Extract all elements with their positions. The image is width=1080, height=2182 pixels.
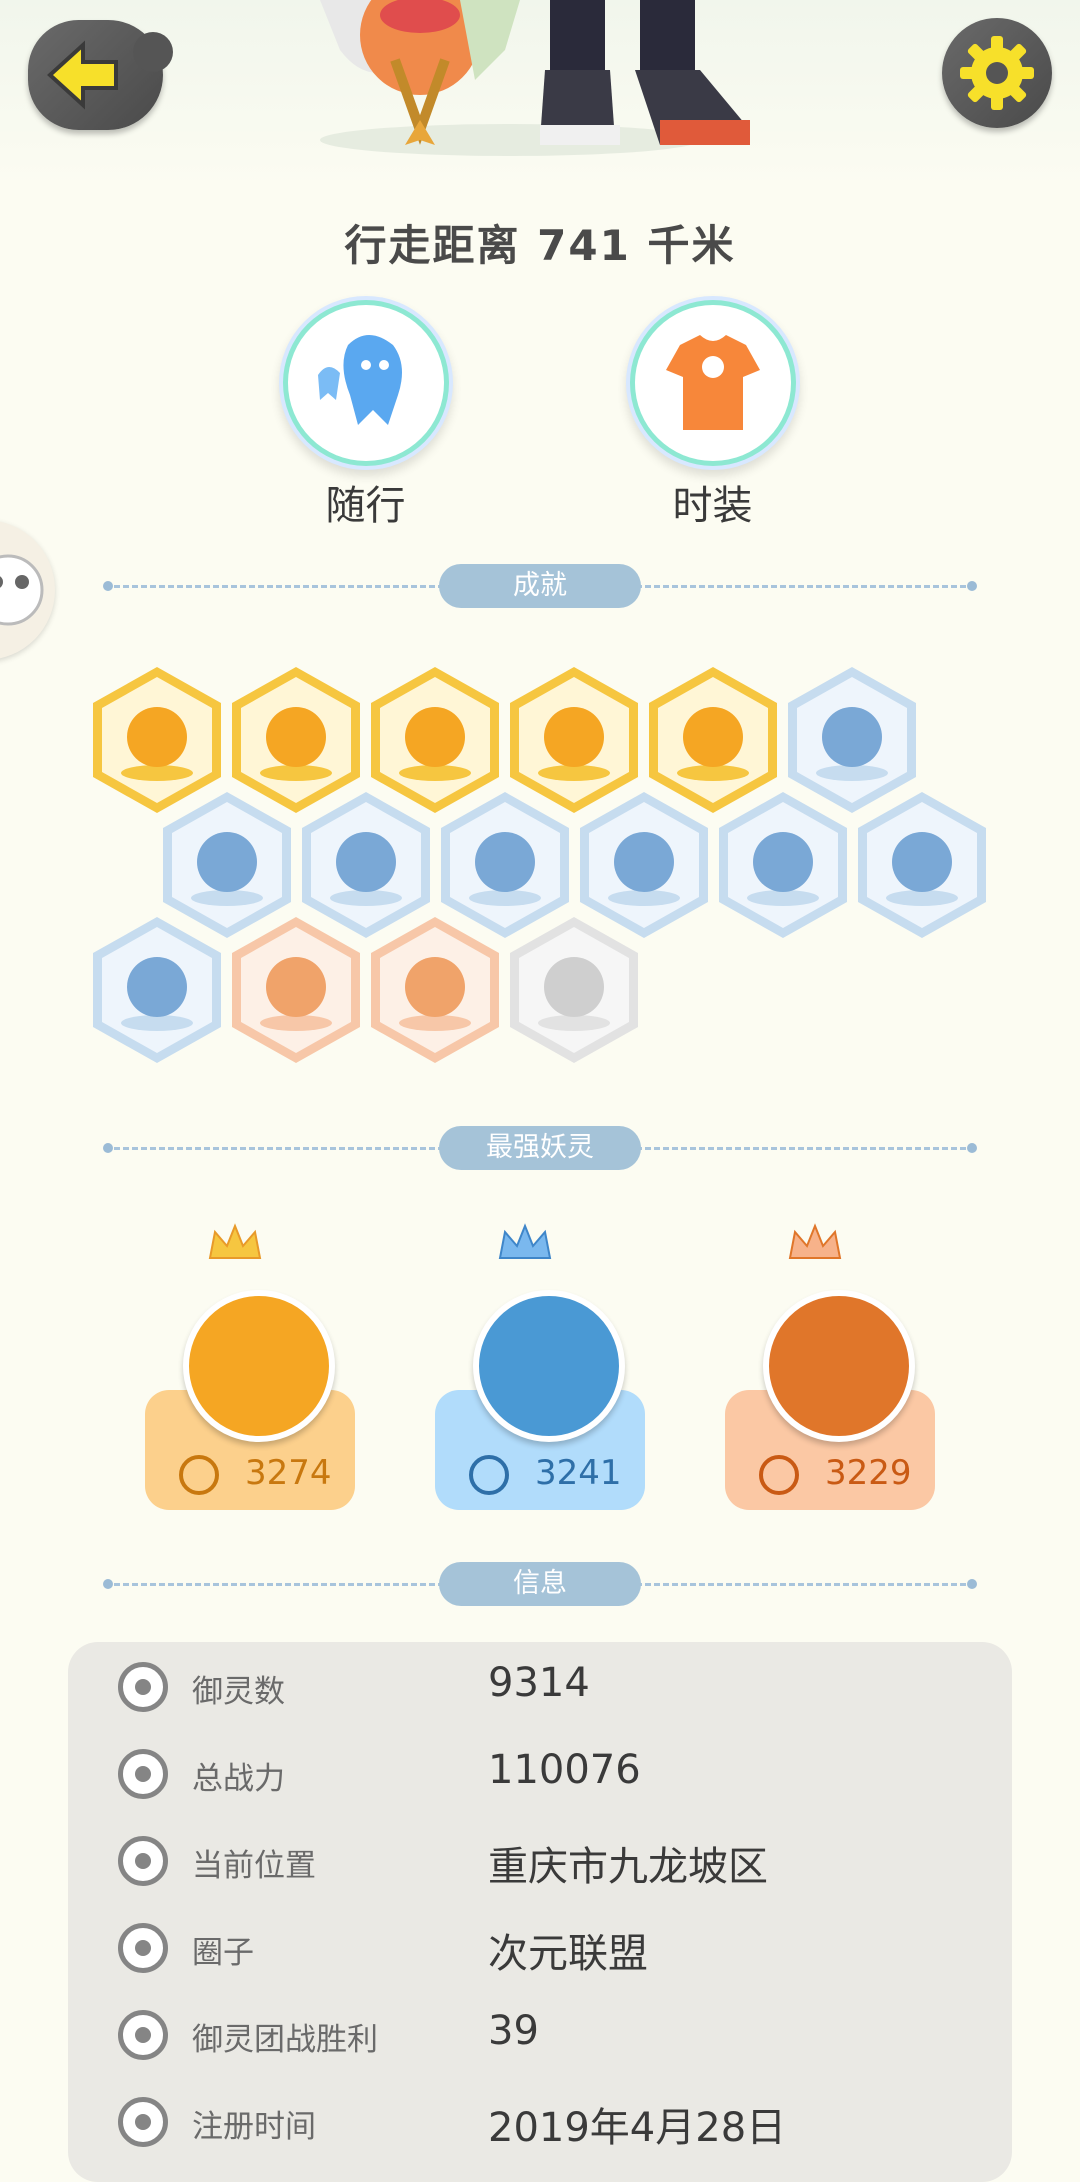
strongest-header: 最强妖灵 [103, 1126, 977, 1170]
spirit-power: 3229 [825, 1453, 912, 1493]
spirit-power: 3241 [535, 1453, 622, 1493]
info-label: 注册时间 [192, 2109, 316, 2145]
spirit-avatar [763, 1290, 915, 1442]
side-pull-tab[interactable] [0, 520, 55, 660]
achievement-badge[interactable] [90, 915, 224, 1065]
info-value: 2019年4月28日 [488, 2105, 787, 2151]
spirit-card-2[interactable]: 3241 [435, 1220, 645, 1510]
spirit-card-1[interactable]: 3274 [145, 1220, 355, 1510]
info-row-location: 当前位置 重庆市九龙坡区 [68, 1816, 1012, 1903]
spirit-count-icon [118, 1662, 168, 1712]
back-button[interactable] [28, 20, 173, 130]
achievement-badge[interactable] [716, 790, 850, 940]
trophy-figure-icon [118, 2010, 168, 2060]
settings-button[interactable] [942, 18, 1052, 128]
info-label: 总战力 [192, 1761, 285, 1797]
achievement-badge[interactable] [855, 790, 989, 940]
clock-icon [118, 2097, 168, 2147]
walk-distance: 行走距离 741 千米 [344, 221, 736, 270]
power-icon [469, 1455, 509, 1495]
demon-badge-icon [232, 917, 360, 1063]
info-panel: 御灵数 9314 总战力 110076 当前位置 重庆市九龙坡区 圈子 次元联盟… [68, 1642, 1012, 2182]
tshirt-icon [634, 305, 791, 461]
info-title: 信息 [439, 1562, 641, 1606]
twin-spirits-badge-icon [371, 917, 499, 1063]
info-row-circle[interactable]: 圈子 次元联盟 [68, 1903, 1012, 1990]
info-label: 御灵数 [192, 1674, 285, 1710]
info-value: 重庆市九龙坡区 [488, 1844, 768, 1890]
info-value: 9314 [488, 1660, 590, 1706]
profile-screen: { "header": { "back_icon": "arrow-left-i… [0, 0, 1080, 2182]
power-icon [118, 1749, 168, 1799]
crown-icon [208, 1223, 262, 1259]
power-icon [179, 1455, 219, 1495]
info-row-register-date: 注册时间 2019年4月28日 [68, 2077, 1012, 2164]
fashion-button[interactable]: 时装 [630, 305, 795, 531]
character-preview[interactable] [0, 0, 1080, 190]
ghost-companion-icon [287, 305, 444, 461]
achievement-badge[interactable] [229, 915, 363, 1065]
achievement-badge[interactable] [368, 915, 502, 1065]
info-row-team-wins: 御灵团战胜利 39 [68, 1990, 1012, 2077]
follow-label: 随行 [325, 483, 406, 529]
achievements-header: 成就 [103, 564, 977, 608]
achievements-title: 成就 [439, 564, 641, 608]
info-label: 圈子 [192, 1935, 254, 1971]
spirit-avatar [473, 1290, 625, 1442]
arrow-left-icon [47, 40, 118, 110]
info-header: 信息 [103, 1562, 977, 1606]
info-label: 御灵团战胜利 [192, 2022, 378, 2058]
power-icon [759, 1455, 799, 1495]
location-pin-icon [118, 1836, 168, 1886]
circle-target-icon [118, 1923, 168, 1973]
koi-badge-icon [719, 792, 847, 938]
info-row-spirit-count: 御灵数 9314 [68, 1642, 1012, 1729]
spirit-avatar [183, 1290, 335, 1442]
shield-badge-icon [858, 792, 986, 938]
gear-icon [960, 36, 1034, 110]
panda-icon [0, 554, 44, 626]
info-label: 当前位置 [192, 1848, 316, 1884]
info-row-total-power: 总战力 110076 [68, 1729, 1012, 1816]
info-value: 次元联盟 [488, 1931, 648, 1977]
fashion-label: 时装 [672, 483, 753, 529]
spirit-power: 3274 [245, 1453, 332, 1493]
achievement-badge[interactable] [507, 915, 641, 1065]
crown-icon [498, 1223, 552, 1259]
crown-icon [788, 1223, 842, 1259]
follow-companion-button[interactable]: 随行 [283, 305, 448, 531]
book-fox-badge-icon [93, 917, 221, 1063]
info-value: 39 [488, 2008, 539, 2054]
info-value: 110076 [488, 1747, 641, 1793]
cart-cat-badge-icon [510, 917, 638, 1063]
spirit-card-3[interactable]: 3229 [725, 1220, 935, 1510]
strongest-title: 最强妖灵 [439, 1126, 641, 1170]
